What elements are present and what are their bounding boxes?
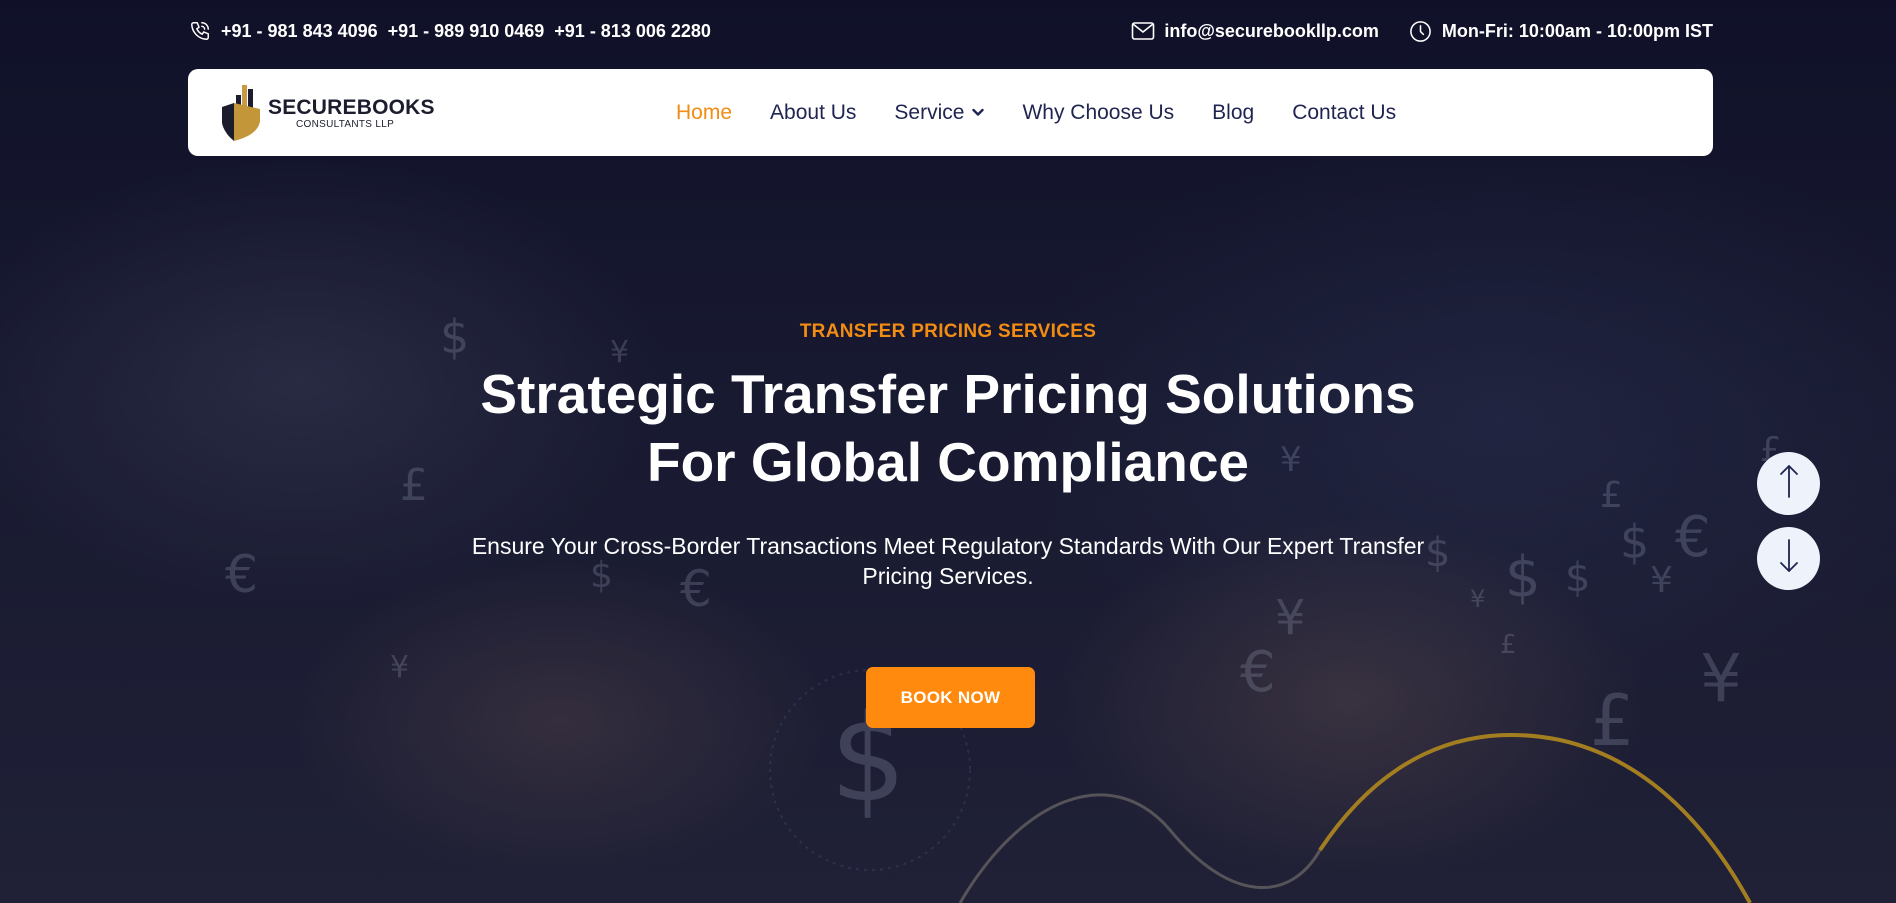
hero-subtitle: Ensure Your Cross-Border Transactions Me… <box>471 533 1425 589</box>
logo-name: SECUREBOOKS <box>268 95 435 119</box>
nav-menu: Home About Us Service Why Choose Us Blog… <box>676 69 1434 156</box>
email-hours-group: info@securebookllp.com Mon-Fri: 10:00am … <box>1101 19 1713 43</box>
arrow-up-icon <box>1778 463 1800 504</box>
scroll-up-button[interactable] <box>1757 452 1820 515</box>
hero-kicker: TRANSFER PRICING SERVICES <box>799 321 1097 342</box>
nav-service-label: Service <box>894 100 965 124</box>
arrow-down-icon <box>1778 538 1800 579</box>
phone-number-2[interactable]: +91 - 989 910 0469 <box>388 21 545 42</box>
top-contact-bar: +91 - 981 843 4096 +91 - 989 910 0469 +9… <box>188 0 1713 62</box>
main-navbar: SECUREBOOKS CONSULTANTS LLP Home About U… <box>188 69 1713 156</box>
email-address[interactable]: info@securebookllp.com <box>1164 21 1379 42</box>
nav-about-us[interactable]: About Us <box>770 101 856 125</box>
nav-home[interactable]: Home <box>676 101 732 125</box>
business-hours: Mon-Fri: 10:00am - 10:00pm IST <box>1441 20 1713 41</box>
chevron-down-icon <box>972 108 985 117</box>
hero-headline: Strategic Transfer Pricing Solutions For… <box>0 360 1896 496</box>
phone-group: +91 - 981 843 4096 +91 - 989 910 0469 +9… <box>188 19 721 43</box>
nav-blog[interactable]: Blog <box>1212 101 1254 125</box>
phone-number-3[interactable]: +91 - 813 006 2280 <box>554 21 711 42</box>
hero-headline-line-2: For Global Compliance <box>646 431 1250 493</box>
logo-subtitle: CONSULTANTS LLP <box>296 118 395 130</box>
phone-number-1[interactable]: +91 - 981 843 4096 <box>221 21 378 42</box>
book-now-button[interactable]: BOOK NOW <box>866 667 1035 728</box>
nav-why-choose-us[interactable]: Why Choose Us <box>1022 101 1174 125</box>
hero-headline-line-1: Strategic Transfer Pricing Solutions <box>480 363 1416 425</box>
logo[interactable]: SECUREBOOKS CONSULTANTS LLP <box>220 83 435 143</box>
hours-item: Mon-Fri: 10:00am - 10:00pm IST <box>1409 19 1713 43</box>
nav-contact-us[interactable]: Contact Us <box>1292 101 1396 125</box>
phone-icon <box>188 19 212 43</box>
mail-icon <box>1131 19 1155 43</box>
email-item[interactable]: info@securebookllp.com <box>1131 19 1379 43</box>
logo-mark-icon <box>222 85 260 141</box>
clock-icon <box>1409 19 1433 43</box>
scroll-down-button[interactable] <box>1757 527 1820 590</box>
nav-service[interactable]: Service <box>894 100 985 125</box>
